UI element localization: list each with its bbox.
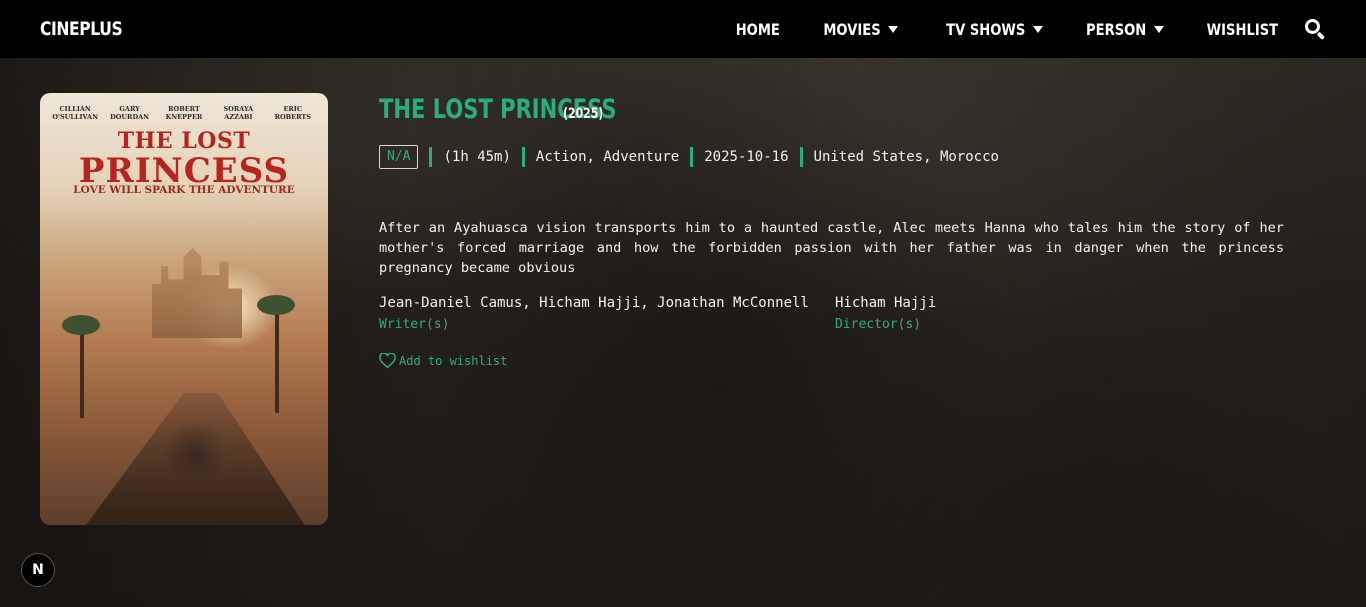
add-to-wishlist-button[interactable]: Add to wishlist (379, 353, 507, 368)
meta-divider (690, 147, 694, 167)
chevron-down-icon (887, 25, 898, 33)
chevron-down-icon (1154, 25, 1164, 33)
poster-tagline: LOVE WILL SPARK THE ADVENTURE (73, 184, 295, 196)
nav-person[interactable]: PERSON (1086, 19, 1164, 39)
wishlist-label: Add to wishlist (399, 353, 508, 368)
poster-cast-name: SORAYA AZZABI (223, 105, 254, 121)
search-icon[interactable] (1304, 18, 1326, 41)
poster-cast-name: ROBERT KNEPPER (165, 105, 203, 121)
rating-badge: N/A (379, 145, 419, 169)
nav-movies-label: MOVIES (823, 19, 881, 39)
movie-release-date: 2025-10-16 (704, 149, 789, 165)
meta-divider (799, 147, 803, 167)
movie-title-row: THE LOST PRINCESS (2025) (379, 94, 617, 125)
movie-runtime: (1h 45m) (443, 149, 511, 165)
movie-title: THE LOST PRINCESS (379, 94, 617, 125)
nav-person-label: PERSON (1086, 19, 1147, 39)
nav-tv-shows-label: TV SHOWS (945, 19, 1026, 39)
nav-home-label: HOME (735, 19, 780, 39)
brand-logo[interactable]: CINEPLUS (40, 18, 123, 40)
poster-palm-tree (80, 323, 84, 418)
poster-cast: CILLIAN O'SULLIVAN GARY DOURDAN ROBERT K… (40, 105, 328, 121)
poster-riders (135, 423, 255, 518)
poster-castle (152, 248, 242, 338)
writer-role: Writer(s) (379, 317, 450, 332)
nav-movies[interactable]: MOVIES (823, 20, 898, 39)
heart-icon (379, 353, 396, 368)
nav-menu: HOME MOVIES TV SHOWS PERSON WISHLIST (699, 18, 1326, 41)
chevron-down-icon (1032, 25, 1043, 33)
movie-meta: N/A (1h 45m) Action, Adventure 2025-10-1… (379, 145, 999, 169)
navbar: CINEPLUS HOME MOVIES TV SHOWS PERSON WIS… (0, 0, 1366, 58)
director-role: Director(s) (835, 317, 922, 332)
movie-genres: Action, Adventure (535, 149, 680, 165)
nav-home[interactable]: HOME (736, 20, 780, 39)
poster-palm-leaves (257, 295, 295, 315)
writer-names: Jean-Daniel Camus, Hicham Hajji, Jonatha… (379, 295, 809, 311)
movie-poster: CILLIAN O'SULLIVAN GARY DOURDAN ROBERT K… (40, 93, 328, 525)
movie-overview: After an Ayahuasca vision transports him… (379, 220, 1284, 276)
nav-tv-shows[interactable]: TV SHOWS (945, 19, 1043, 39)
movie-year: (2025) (563, 106, 604, 122)
nav-wishlist-label: WISHLIST (1206, 19, 1278, 39)
nav-wishlist[interactable]: WISHLIST (1207, 20, 1278, 39)
poster-palm-tree (275, 303, 279, 413)
dev-tools-badge[interactable]: N (21, 553, 55, 587)
crew-writers: Jean-Daniel Camus, Hicham Hajji, Jonatha… (379, 294, 809, 334)
meta-divider (521, 147, 525, 167)
poster-cast-name: GARY DOURDAN (110, 105, 150, 121)
crew-director: Hicham Hajji Director(s) (835, 294, 936, 334)
director-name: Hicham Hajji (835, 295, 937, 311)
movie-countries: United States, Morocco (813, 149, 999, 165)
poster-cast-name: CILLIAN O'SULLIVAN (52, 105, 99, 121)
poster-cast-name: ERIC ROBERTS (274, 105, 311, 121)
poster-palm-leaves (62, 315, 100, 335)
meta-divider (429, 147, 433, 167)
